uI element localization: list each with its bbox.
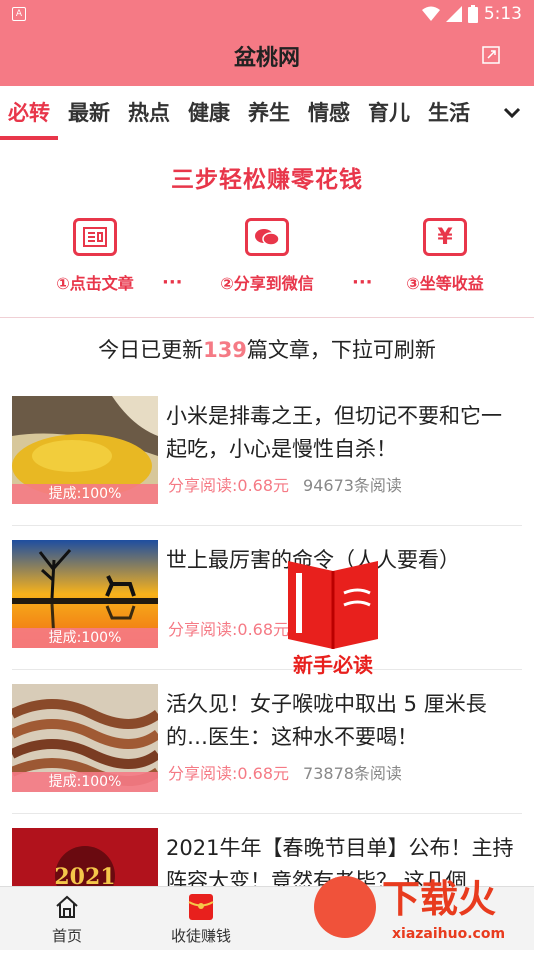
watermark-brand: 下载火 bbox=[382, 877, 497, 921]
wechat-icon bbox=[245, 218, 289, 256]
list-item[interactable]: 提成:100% 世上最厉害的命令（人人要看） 分享阅读:0.68元阅读 bbox=[12, 526, 522, 670]
category-tabs: 必转 最新 热点 健康 养生 情感 育儿 生活 bbox=[0, 86, 534, 140]
status-time: 5:13 bbox=[483, 4, 522, 24]
article-icon bbox=[73, 218, 117, 256]
step-2-label: ②分享到微信 bbox=[220, 274, 314, 293]
update-notice: 今日已更新139篇文章，下拉可刷新 bbox=[0, 318, 534, 382]
tab-emotion[interactable]: 情感 bbox=[308, 86, 350, 140]
share-reward: 分享阅读:0.68元 bbox=[168, 620, 290, 639]
home-icon bbox=[56, 895, 78, 918]
step-1-label: ①点击文章 bbox=[56, 274, 134, 293]
nav-earn-label: 收徒赚钱 bbox=[170, 927, 231, 945]
article-thumbnail: 2021 bbox=[12, 828, 158, 888]
step-separator: ··· bbox=[162, 272, 183, 293]
notification-icon: A bbox=[12, 7, 26, 21]
tab-must-share[interactable]: 必转 bbox=[0, 86, 58, 140]
commission-badge: 提成:100% bbox=[12, 772, 158, 792]
nav-home[interactable]: 首页 bbox=[12, 893, 122, 946]
article-title: 小米是排毒之王，但切记不要和它一起吃，小心是慢性自杀！ bbox=[166, 404, 502, 461]
red-envelope-icon bbox=[188, 894, 214, 920]
step-earn: ¥ ③坐等收益 bbox=[370, 218, 520, 294]
app-bar: 盆桃网 bbox=[0, 28, 534, 86]
update-prefix: 今日已更新 bbox=[98, 338, 204, 362]
list-item[interactable]: 提成:100% 活久见！女子喉咙中取出 5 厘米長的…医生：这种水不要喝！ 分享… bbox=[12, 670, 522, 814]
chevron-down-icon bbox=[503, 107, 521, 119]
tab-latest[interactable]: 最新 bbox=[68, 86, 110, 140]
book-icon bbox=[288, 561, 378, 649]
share-reward: 分享阅读:0.68元 bbox=[168, 476, 290, 495]
wifi-icon bbox=[421, 6, 440, 21]
commission-badge: 提成:100% bbox=[12, 628, 158, 648]
share-icon[interactable] bbox=[480, 44, 502, 66]
tab-hot[interactable]: 热点 bbox=[128, 86, 170, 140]
article-meta: 分享阅读:0.68元 73878条阅读 bbox=[168, 760, 402, 784]
share-reward: 分享阅读:0.68元 bbox=[168, 764, 290, 783]
how-to-earn-banner[interactable]: 三步轻松赚零花钱 ①点击文章 ··· ②分享到微信 ··· ¥ ③坐等收益 bbox=[0, 140, 534, 318]
tab-parenting[interactable]: 育儿 bbox=[368, 86, 410, 140]
read-count: 94673条阅读 bbox=[303, 476, 402, 495]
commission-badge: 提成:100% bbox=[12, 484, 158, 504]
step-share-wechat: ②分享到微信 bbox=[192, 218, 342, 294]
read-count: 73878条阅读 bbox=[303, 764, 402, 783]
newbie-guide-button[interactable]: 新手必读 bbox=[278, 553, 388, 678]
update-count: 139 bbox=[203, 338, 247, 362]
yen-icon: ¥ bbox=[423, 218, 467, 256]
article-thumbnail: 提成:100% bbox=[12, 396, 158, 504]
article-thumbnail: 提成:100% bbox=[12, 684, 158, 792]
newbie-guide-label: 新手必读 bbox=[293, 653, 373, 677]
nav-home-label: 首页 bbox=[51, 927, 82, 945]
tab-life[interactable]: 生活 bbox=[428, 86, 470, 140]
svg-text:2021: 2021 bbox=[54, 864, 115, 888]
tab-wellness[interactable]: 养生 bbox=[248, 86, 290, 140]
page-title: 盆桃网 bbox=[233, 46, 300, 71]
battery-icon bbox=[467, 5, 478, 23]
article-meta: 分享阅读:0.68元 94673条阅读 bbox=[168, 472, 402, 496]
step-3-label: ③坐等收益 bbox=[406, 274, 484, 293]
banner-headline: 三步轻松赚零花钱 bbox=[171, 167, 363, 193]
update-suffix: 篇文章，下拉可刷新 bbox=[246, 338, 436, 362]
watermark: 下载火 xiazaihuo.com bbox=[314, 866, 534, 950]
status-bar: A 5:13 bbox=[0, 0, 534, 28]
signal-icon bbox=[445, 6, 462, 22]
watermark-url: xiazaihuo.com bbox=[392, 926, 506, 942]
nav-earn[interactable]: 收徒赚钱 bbox=[146, 893, 256, 946]
article-title: 活久见！女子喉咙中取出 5 厘米長的…医生：这种水不要喝！ bbox=[166, 692, 487, 749]
list-item[interactable]: 提成:100% 小米是排毒之王，但切记不要和它一起吃，小心是慢性自杀！ 分享阅读… bbox=[12, 382, 522, 526]
step-click-article: ①点击文章 bbox=[20, 218, 170, 294]
article-thumbnail: 提成:100% bbox=[12, 540, 158, 648]
tab-health[interactable]: 健康 bbox=[188, 86, 230, 140]
tabs-more-button[interactable] bbox=[490, 86, 534, 140]
watermark-logo-icon bbox=[314, 876, 376, 938]
